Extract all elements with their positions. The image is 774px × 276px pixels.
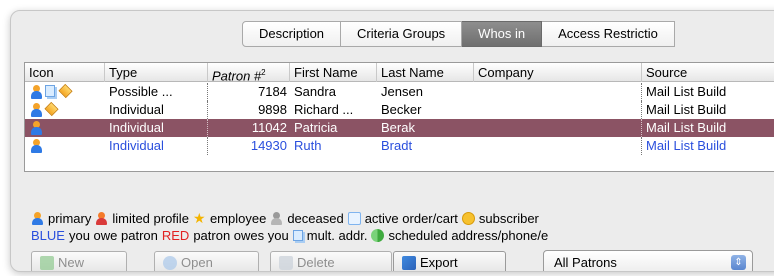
cell-source: Mail List Build [646, 84, 727, 99]
multi-address-icon [45, 85, 55, 97]
legend-subscriber: subscriber [478, 211, 539, 226]
tab-whos-in[interactable]: Whos in [462, 21, 543, 47]
column-header-patron[interactable]: Patron #2 [208, 63, 290, 82]
tab-criteria-groups[interactable]: Criteria Groups [341, 21, 463, 47]
person-icon [30, 103, 42, 117]
legend-scheduled: scheduled address/phone/e [388, 228, 549, 243]
tab-description[interactable]: Description [242, 21, 342, 47]
column-header-type[interactable]: Type [105, 63, 208, 82]
smiley-icon [461, 212, 475, 225]
column-header-icon[interactable]: Icon [25, 63, 105, 82]
cell-type: Possible ... [105, 83, 208, 101]
export-button[interactable]: Export [393, 251, 506, 271]
column-header-company[interactable]: Company [474, 63, 642, 82]
cell-type: Individual [105, 137, 208, 155]
legend-blue-word: BLUE [31, 228, 65, 243]
star-icon: ★ [192, 210, 206, 226]
patron-filter-value: All Patrons [554, 255, 617, 270]
export-icon [402, 256, 416, 270]
legend-line-2: BLUE you owe patron RED patron owes you … [31, 227, 548, 244]
multi-address-icon [292, 230, 303, 241]
cell-company [474, 119, 642, 137]
cell-first-name: Sandra [294, 84, 336, 99]
cell-last-name: Jensen [381, 84, 423, 99]
cell-source: Mail List Build [646, 138, 727, 153]
cell-last-name: Becker [381, 102, 422, 117]
deceased-icon [270, 212, 283, 225]
legend-blue-text: you owe patron [68, 228, 158, 243]
new-button-label: New [58, 255, 85, 270]
cell-patron-number: 7184 [258, 84, 287, 99]
tab-bar: Description Criteria Groups Whos in Acce… [242, 21, 675, 47]
magnifier-icon [163, 256, 177, 270]
select-arrows-icon: ⇕ [731, 255, 746, 270]
cell-patron-number: 11042 [251, 120, 287, 135]
person-icon [30, 139, 42, 153]
open-button[interactable]: Open [154, 251, 259, 271]
legend-multi-address: mult. addr. [306, 228, 368, 243]
export-button-label: Export [420, 255, 458, 270]
cell-first-name: Richard ... [294, 102, 354, 117]
order-icon [44, 101, 59, 117]
cell-patron-number: 9898 [258, 102, 287, 117]
person-icon [30, 121, 42, 135]
legend-primary: primary [48, 211, 92, 226]
table-row[interactable]: Individual 14930 Ruth Bradt Mail List Bu… [25, 137, 774, 155]
trash-icon [279, 256, 293, 270]
patron-panel: Description Criteria Groups Whos in Acce… [10, 10, 774, 272]
cell-type: Individual [105, 101, 208, 119]
legend-limited-profile: limited profile [112, 211, 189, 226]
person-icon [30, 85, 42, 99]
table-row-selected[interactable]: Individual 11042 Patricia Berak Mail Lis… [25, 119, 774, 137]
open-button-label: Open [181, 255, 213, 270]
cell-company [474, 101, 642, 119]
tab-access-restrictions[interactable]: Access Restrictio [542, 21, 675, 47]
legend-red-text: patron owes you [193, 228, 289, 243]
cell-patron-number: 14930 [250, 138, 287, 153]
cart-icon [347, 212, 361, 225]
cell-source: Mail List Build [646, 102, 727, 117]
column-header-last-name[interactable]: Last Name [377, 63, 474, 82]
column-header-first-name[interactable]: First Name [290, 63, 377, 82]
legend-employee: employee [209, 211, 267, 226]
delete-button-label: Delete [297, 255, 335, 270]
table-row[interactable]: Individual 9898 Richard ... Becker Mail … [25, 101, 774, 119]
order-icon [58, 83, 73, 99]
column-header-source[interactable]: Source [642, 63, 774, 82]
column-header-patron-label: Patron # [212, 68, 262, 82]
legend-line-1: primary limited profile ★ employee decea… [31, 210, 548, 227]
sort-order-marker: 2 [261, 68, 266, 77]
cell-last-name: Berak [381, 120, 415, 135]
cell-first-name: Ruth [294, 138, 322, 153]
legend-deceased: deceased [287, 211, 344, 226]
primary-icon [31, 212, 44, 225]
cell-source: Mail List Build [646, 120, 727, 135]
patron-filter-select[interactable]: All Patrons ⇕ [543, 250, 753, 271]
cell-company [474, 137, 642, 155]
cell-type: Individual [105, 119, 208, 137]
legend-active-order: active order/cart [364, 211, 458, 226]
icon-legend: primary limited profile ★ employee decea… [31, 210, 548, 244]
new-button[interactable]: New [31, 251, 127, 271]
scheduled-change-icon [371, 229, 385, 242]
cell-last-name: Bradt [381, 138, 413, 153]
delete-button[interactable]: Delete [270, 251, 392, 271]
table-header: Icon Type Patron #2 First Name Last Name… [25, 63, 774, 82]
plus-icon [40, 256, 54, 270]
table-row[interactable]: Possible ... 7184 Sandra Jensen Mail Lis… [25, 83, 774, 101]
legend-red-word: RED [161, 228, 190, 243]
cell-first-name: Patricia [294, 120, 338, 135]
patron-table[interactable]: Icon Type Patron #2 First Name Last Name… [24, 62, 774, 172]
limited-profile-icon [95, 212, 108, 225]
cell-company [474, 83, 642, 101]
